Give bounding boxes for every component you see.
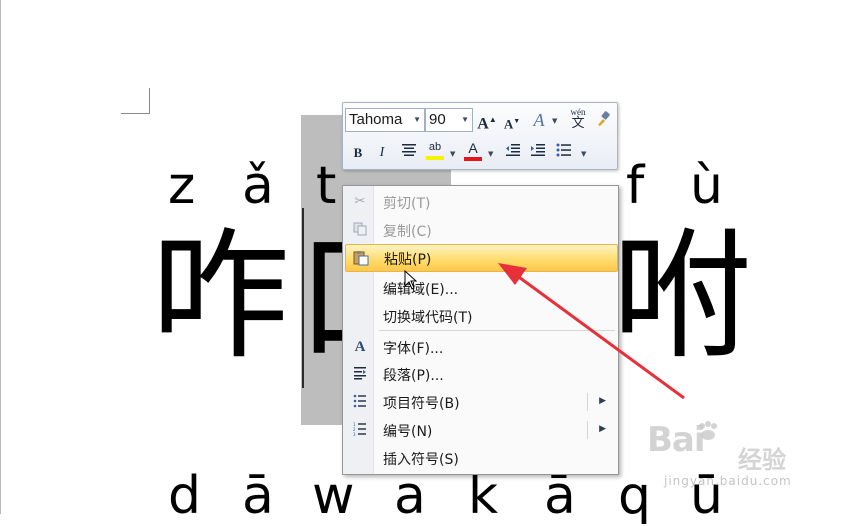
watermark-brand-suffix: 经验 <box>738 446 786 474</box>
watermark-url: jingyan.baidu.com <box>664 474 792 488</box>
watermark-brand: Bai <box>647 420 706 460</box>
